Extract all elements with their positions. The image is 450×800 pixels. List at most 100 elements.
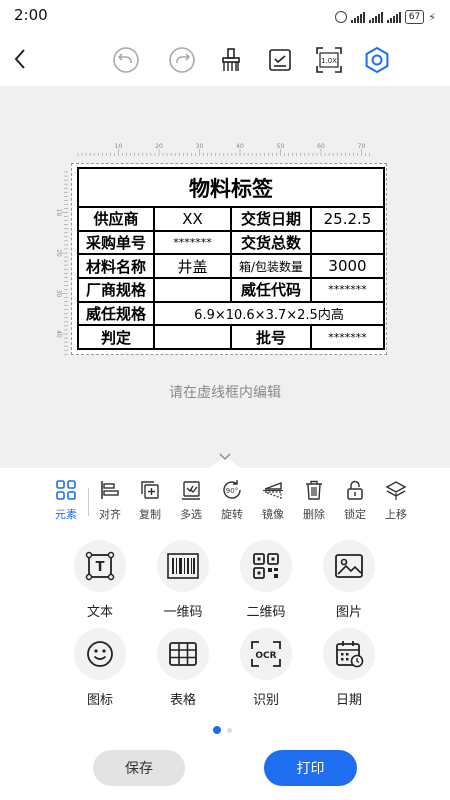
status-bar: 2:00 67 ⚡	[0, 0, 450, 34]
collapse-handle[interactable]	[205, 450, 245, 468]
ruler-tick-label: 50	[277, 143, 285, 150]
tool-align[interactable]: 对齐	[88, 474, 132, 526]
label-canvas[interactable]: 物料标签 供应商 XX 交货日期 25.2.5 采购单号 ******* 交货总…	[71, 163, 387, 355]
element-image[interactable]: 图片	[314, 540, 384, 626]
battery-icon: 67	[404, 10, 425, 24]
top-toolbar: 1.0X	[0, 34, 450, 86]
tool-mirror[interactable]: 镜像	[251, 474, 295, 526]
tool-label: 旋转	[221, 508, 243, 521]
ruler-tick-label: 70	[358, 143, 366, 150]
tool-multi-select[interactable]: 多选	[169, 474, 213, 526]
tool-label: 对齐	[99, 508, 121, 521]
label-cell[interactable]	[153, 277, 232, 303]
zoom-button[interactable]: 1.0X	[313, 44, 345, 76]
delete-icon	[302, 478, 326, 502]
label-cell[interactable]: 箱/包装数量	[230, 253, 312, 279]
label-cell[interactable]: 交货日期	[230, 206, 312, 232]
signal-icon	[350, 11, 365, 23]
image-icon	[323, 540, 375, 592]
element-date[interactable]: 日期	[314, 628, 384, 714]
settings-button[interactable]	[361, 44, 393, 76]
save-button[interactable]: 保存	[93, 750, 185, 786]
ruler-tick-label: 30	[55, 290, 62, 298]
clear-button[interactable]	[215, 44, 247, 76]
tool-copy[interactable]: 复制	[128, 474, 172, 526]
ruler-tick-label: 40	[236, 143, 244, 150]
rotate-icon: 90°	[220, 478, 244, 502]
label-cell[interactable]: *******	[310, 324, 385, 350]
tool-elements[interactable]: 元素	[44, 474, 88, 526]
mirror-icon	[261, 478, 285, 502]
element-table[interactable]: 表格	[148, 628, 218, 714]
label-cell[interactable]: 判定	[77, 324, 155, 350]
zoom-icon: 1.0X	[316, 47, 342, 73]
tool-move-up[interactable]: 上移	[374, 474, 418, 526]
label-cell[interactable]: 材料名称	[77, 253, 155, 279]
element-ocr[interactable]: OCR 识别	[231, 628, 301, 714]
ruler-tick-label: 60	[317, 143, 325, 150]
ruler-tick-label: 40	[55, 330, 62, 338]
settings-icon	[365, 46, 389, 74]
copy-icon	[138, 478, 162, 502]
label-cell[interactable]: 批号	[230, 324, 312, 350]
redo-button[interactable]	[166, 44, 198, 76]
element-icon[interactable]: 图标	[65, 628, 135, 714]
label-cell[interactable]	[310, 229, 385, 256]
grid-label: 识别	[252, 693, 279, 708]
tool-label: 上移	[385, 508, 407, 521]
tool-label: 锁定	[344, 508, 366, 521]
label-cell[interactable]: 25.2.5	[310, 206, 385, 232]
label-cell[interactable]: 交货总数	[230, 229, 312, 256]
tool-label: 复制	[139, 508, 161, 521]
ruler-tick-label: 20	[155, 143, 163, 150]
label-cell[interactable]: 3000	[310, 253, 385, 279]
element-barcode[interactable]: 一维码	[148, 540, 218, 626]
label-cell[interactable]	[153, 324, 232, 350]
label-cell[interactable]: *******	[310, 277, 385, 303]
label-cell[interactable]: 井盖	[153, 253, 232, 279]
ruler-left: 10 20 30 40	[55, 171, 68, 355]
status-icons: 67 ⚡	[334, 10, 436, 24]
label-table[interactable]: 物料标签 供应商 XX 交货日期 25.2.5 采购单号 ******* 交货总…	[77, 166, 385, 350]
grid-label: 图片	[335, 605, 362, 620]
tool-rotate[interactable]: 90° 旋转	[210, 474, 254, 526]
element-text[interactable]: T 文本	[65, 540, 135, 626]
tool-label: 镜像	[262, 508, 284, 521]
label-cell[interactable]: 威任代码	[230, 277, 312, 303]
date-icon	[323, 628, 375, 680]
tool-label: 多选	[180, 508, 202, 521]
tool-label: 元素	[55, 508, 77, 521]
tool-delete[interactable]: 删除	[292, 474, 336, 526]
barcode-icon	[157, 540, 209, 592]
label-cell[interactable]: XX	[153, 206, 232, 232]
ruler-tick-label: 10	[115, 143, 123, 150]
page-indicator	[213, 726, 232, 734]
label-cell[interactable]: 6.9×10.6×3.7×2.5内高	[153, 300, 385, 327]
canvas-area[interactable]: 10 20 30 40 50 60 70 10 20 30 40 物料标签 供应商 XX 交货日期…	[0, 86, 450, 468]
label-cell[interactable]: 供应商	[77, 206, 155, 232]
multi-select-icon	[179, 478, 203, 502]
grid-label: 文本	[86, 605, 113, 620]
back-button[interactable]	[8, 42, 36, 76]
rotate-badge: 90°	[226, 487, 238, 495]
label-cell[interactable]: 厂商规格	[77, 277, 155, 303]
page-dot	[227, 727, 232, 733]
label-cell[interactable]: 威任规格	[77, 300, 155, 327]
page-dot-active	[213, 726, 221, 734]
tool-lock[interactable]: 锁定	[333, 474, 377, 526]
print-button[interactable]: 打印	[264, 750, 357, 786]
ruler-tick-label: 30	[196, 143, 204, 150]
checklist-button[interactable]	[264, 44, 296, 76]
clear-icon	[222, 48, 240, 71]
elements-icon	[54, 478, 78, 502]
element-qrcode[interactable]: 二维码	[231, 540, 301, 626]
tools-row: 元素 对齐 复制 多选 90° 旋转 镜像 删除 锁定 上移	[0, 474, 450, 526]
label-title[interactable]: 物料标签	[77, 166, 385, 209]
label-cell[interactable]: *******	[153, 229, 232, 256]
table-icon	[157, 628, 209, 680]
undo-button[interactable]	[110, 44, 142, 76]
signal-icon	[368, 11, 383, 23]
undo-icon	[113, 47, 139, 73]
align-icon	[98, 478, 122, 502]
label-cell[interactable]: 采购单号	[77, 229, 155, 256]
